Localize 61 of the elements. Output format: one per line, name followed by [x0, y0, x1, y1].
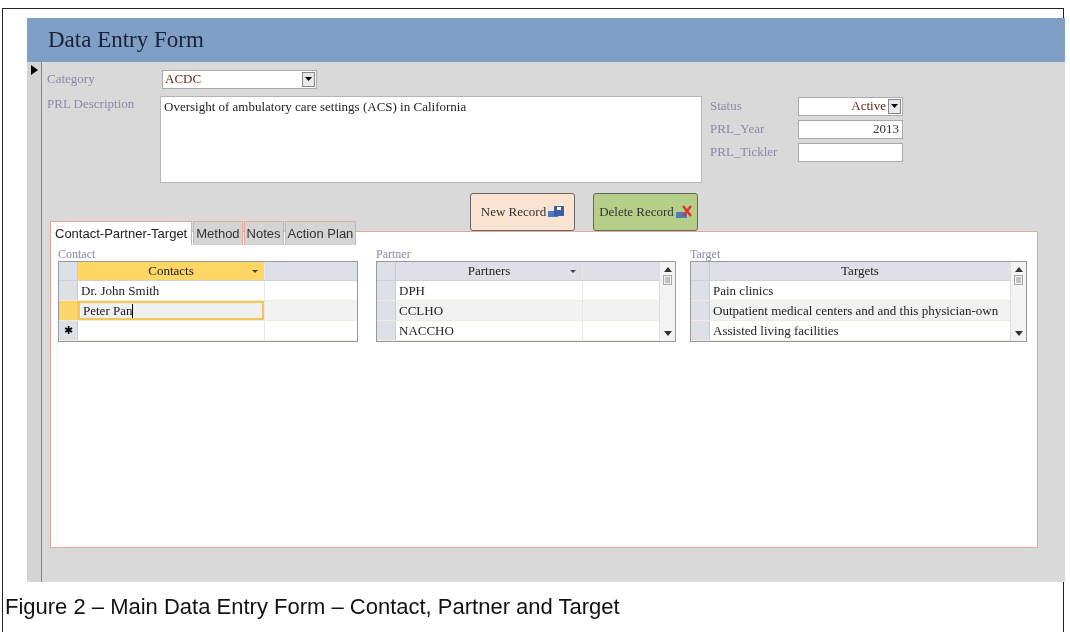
scroll-down-icon[interactable] [663, 331, 672, 336]
table-cell[interactable]: CCLHO [396, 301, 582, 320]
table-cell[interactable] [264, 301, 357, 320]
row-selector[interactable] [377, 321, 396, 340]
table-cell[interactable]: Pain clinics [710, 281, 1010, 300]
table-cell[interactable] [582, 301, 659, 320]
caret-icon [570, 270, 576, 273]
figure-caption: Figure 2 – Main Data Entry Form – Contact, Partner and Target [4, 594, 621, 620]
row-selector[interactable] [59, 281, 78, 300]
table-cell[interactable]: DPH [396, 281, 582, 300]
field-label: Category [47, 71, 96, 87]
category-dropdown[interactable]: ACDC [162, 69, 317, 89]
field-label: PRL_Year [710, 121, 766, 137]
table-cell[interactable]: Peter Pan [78, 301, 264, 320]
row-selector[interactable] [377, 281, 396, 300]
row-selector[interactable] [59, 301, 78, 320]
delete-record-icon [675, 205, 692, 219]
scroll-thumb[interactable] [1014, 275, 1023, 285]
status-dropdown[interactable]: Active [798, 96, 903, 116]
new-row-selector[interactable]: ✱ [59, 321, 78, 340]
tab[interactable]: Notes [243, 221, 284, 245]
scroll-down-icon[interactable] [1014, 331, 1023, 336]
tickler-field[interactable] [798, 142, 903, 162]
year-field[interactable]: 2013 [798, 119, 903, 139]
table-cell[interactable]: Dr. John Smith [78, 281, 264, 300]
column-header[interactable]: Contacts [78, 262, 264, 280]
scrollbar[interactable] [1010, 262, 1026, 341]
table-cell[interactable]: Assisted living facilities [710, 321, 1010, 340]
scroll-thumb[interactable] [663, 275, 672, 285]
subform-label: Contact [58, 248, 97, 261]
tab[interactable]: Method [193, 221, 243, 245]
save-icon [548, 206, 565, 218]
tab[interactable]: Action Plan [284, 221, 357, 245]
record-button[interactable]: Delete Record [593, 193, 698, 231]
field-value: ACDC [164, 71, 203, 87]
caret-icon [891, 104, 898, 108]
new-record-marker: ✱ [63, 325, 73, 336]
row-selector[interactable] [377, 301, 396, 320]
table-cell[interactable]: Outpatient medical centers and and this physician-own [710, 301, 1010, 320]
dropdown-button[interactable] [302, 71, 315, 87]
record-button[interactable]: New Record [470, 193, 575, 231]
scrollbar[interactable] [659, 262, 675, 341]
form-title: Data Entry Form [48, 27, 204, 53]
dropdown-button[interactable] [888, 98, 901, 114]
field-label: Status [710, 98, 743, 114]
scroll-up-icon[interactable] [1014, 267, 1023, 272]
row-selector[interactable] [691, 301, 710, 320]
field-value: Active [850, 98, 887, 114]
subform-label: Target [690, 248, 722, 261]
tab[interactable]: Contact-Partner-Target [50, 221, 193, 245]
record-selector[interactable] [27, 62, 42, 582]
row-selector[interactable] [691, 321, 710, 340]
table-cell[interactable]: NACCHO [396, 321, 582, 340]
caret-icon [252, 270, 258, 273]
field-label: PRL_Tickler [710, 144, 779, 160]
field-label: PRL Description [47, 96, 136, 113]
subform-label: Partner [376, 248, 412, 261]
row-selector[interactable] [691, 281, 710, 300]
description-field[interactable]: Oversight of ambulatory care settings (ACS) in California [160, 96, 702, 183]
caret-icon [305, 77, 312, 81]
scroll-up-icon[interactable] [663, 267, 672, 272]
